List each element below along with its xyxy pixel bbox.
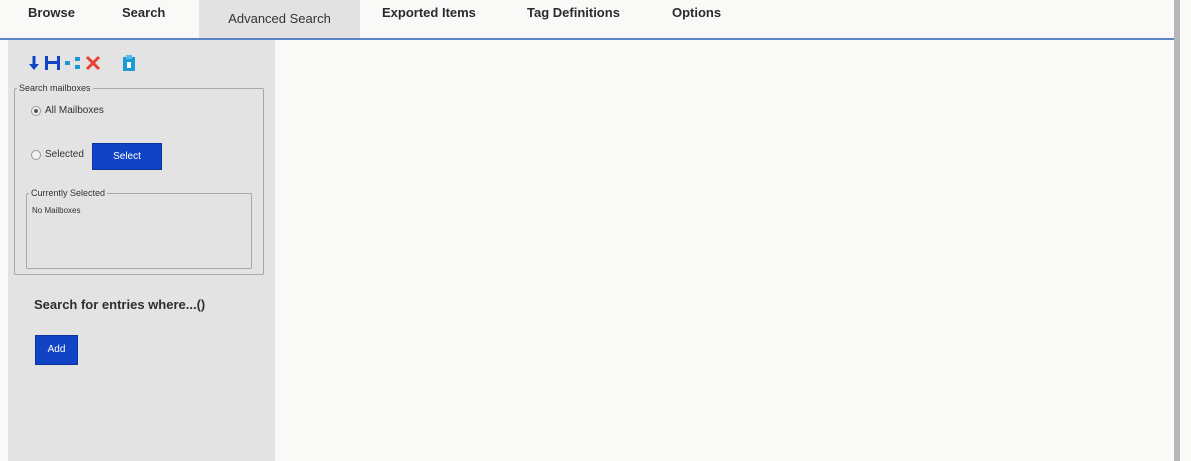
selected-radio[interactable] [31,150,41,160]
tab-tag-definitions[interactable]: Tag Definitions [527,0,620,38]
tab-bar: Browse Search Advanced Search Exported I… [0,0,1174,40]
search-conditions-heading: Search for entries where...() [34,297,206,312]
currently-selected-value: No Mailboxes [32,206,81,215]
tab-exported-items[interactable]: Exported Items [382,0,476,38]
results-area [275,40,1174,461]
window-edge [1174,0,1180,461]
clipboard-icon[interactable] [122,54,136,72]
all-mailboxes-label[interactable]: All Mailboxes [45,105,104,116]
save-icon[interactable] [44,54,61,72]
search-mailboxes-legend: Search mailboxes [19,83,91,93]
selected-label[interactable]: Selected [45,149,84,160]
currently-selected-legend: Currently Selected [31,188,106,198]
add-condition-button[interactable]: Add [35,335,78,365]
tab-options[interactable]: Options [672,0,721,38]
all-mailboxes-radio[interactable] [31,106,41,116]
download-arrow-icon[interactable] [29,54,39,72]
currently-selected-group: Currently Selected [26,189,252,269]
share-icon[interactable] [64,54,82,72]
tab-browse[interactable]: Browse [28,0,75,38]
tab-search[interactable]: Search [122,0,165,38]
select-mailboxes-button[interactable]: Select [92,143,162,170]
delete-icon[interactable] [85,54,101,72]
tab-advanced-search[interactable]: Advanced Search [199,0,360,38]
